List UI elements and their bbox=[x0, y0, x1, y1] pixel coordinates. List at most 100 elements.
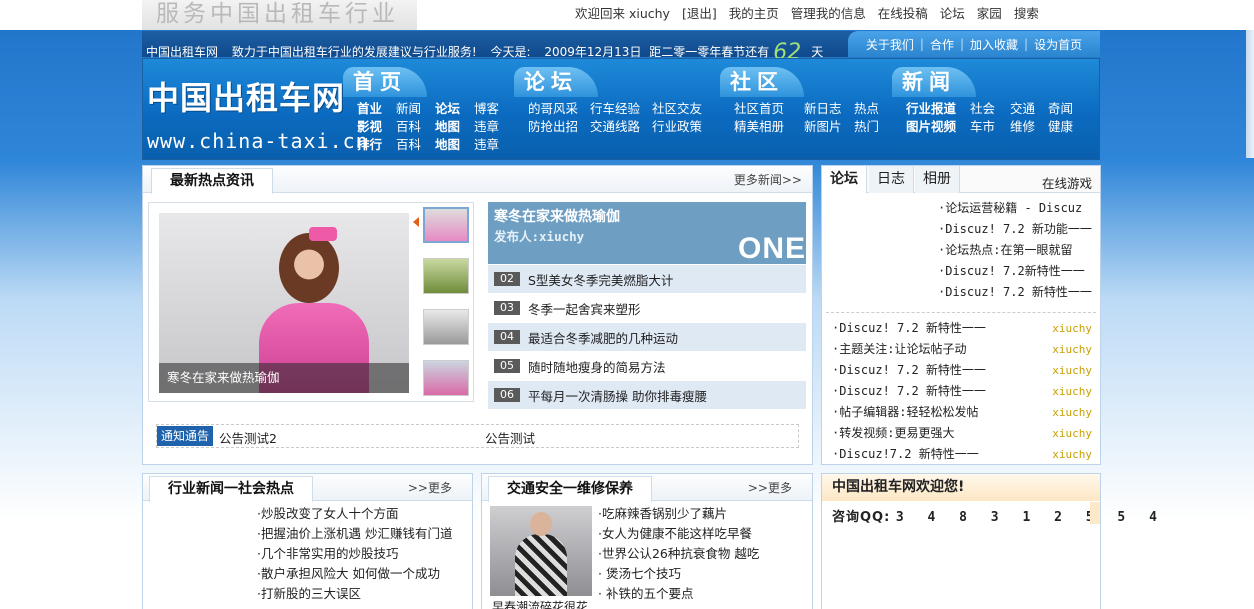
nav-item[interactable]: 行业政策 bbox=[652, 118, 714, 136]
nav-item[interactable]: 排行 bbox=[357, 136, 396, 154]
nav-item[interactable]: 交通 bbox=[1010, 100, 1048, 118]
submit-article-link[interactable]: 在线投稿 bbox=[878, 3, 928, 22]
nav-item[interactable]: 百科 bbox=[396, 136, 435, 154]
list-item[interactable]: ·Discuz! 7.2新特性一一 bbox=[938, 261, 1092, 282]
industry-news-tab[interactable]: 行业新闻一社会热点 bbox=[149, 476, 313, 502]
nav-item[interactable]: 百科 bbox=[396, 118, 435, 136]
featured-article[interactable]: 寒冬在家来做热瑜伽 发布人:xiuchy ONE bbox=[488, 202, 806, 264]
list-item[interactable]: ·世界公认26种抗衰食物 越吃 bbox=[598, 544, 759, 564]
nav-title-home[interactable]: 首页 bbox=[343, 67, 427, 97]
tab-blog[interactable]: 日志 bbox=[869, 166, 914, 193]
featured-title[interactable]: 寒冬在家来做热瑜伽 bbox=[494, 206, 620, 226]
traffic-more-link[interactable]: >>更多 bbox=[748, 479, 792, 496]
list-item[interactable]: ·论坛热点:在第一眼就留 bbox=[938, 240, 1092, 261]
slide-thumb[interactable] bbox=[423, 360, 469, 396]
search-link[interactable]: 搜索 bbox=[1014, 3, 1039, 22]
slide-thumb[interactable] bbox=[423, 207, 469, 243]
list-item[interactable]: ·女人为健康不能这样吃早餐 bbox=[598, 524, 759, 544]
list-item[interactable]: ·Discuz! 7.2 新特性一一 bbox=[938, 282, 1092, 303]
nav-item[interactable]: 行业报道 bbox=[906, 100, 970, 118]
nav-item[interactable]: 的哥风采 bbox=[528, 100, 590, 118]
author-link[interactable]: xiuchy bbox=[1052, 381, 1092, 402]
home-garden-link[interactable]: 家园 bbox=[977, 3, 1002, 22]
notice-link[interactable]: 公告测试2 bbox=[219, 428, 277, 447]
nav-item[interactable]: 新闻 bbox=[396, 100, 435, 118]
nav-item[interactable]: 影视 bbox=[357, 118, 396, 136]
my-home-link[interactable]: 我的主页 bbox=[729, 3, 779, 22]
list-item[interactable]: ·Discuz! 7.2 新功能一一 bbox=[938, 219, 1092, 240]
list-item[interactable]: 03 冬季一起舍宾来塑形 bbox=[488, 294, 806, 323]
nav-item[interactable]: 首业 bbox=[357, 100, 396, 118]
list-item[interactable]: ·散户承担风险大 如何做一个成功 bbox=[257, 564, 452, 584]
list-item[interactable]: 06 平每月一次清肠操 助你排毒瘦腰 bbox=[488, 381, 806, 410]
list-item[interactable]: ·Discuz!7.2 新特性一一 xiuchy bbox=[832, 444, 1098, 465]
list-item[interactable]: 05 随时随地瘦身的简易方法 bbox=[488, 352, 806, 381]
list-item[interactable]: ·转发视频:更易更强大 xiuchy bbox=[832, 423, 1098, 444]
author-link[interactable]: xiuchy bbox=[1052, 402, 1092, 423]
tab-forum[interactable]: 论坛 bbox=[822, 166, 867, 193]
nav-item[interactable]: 奇闻 bbox=[1048, 100, 1086, 118]
nav-item[interactable]: 地图 bbox=[435, 118, 474, 136]
nav-title-news[interactable]: 新闻 bbox=[892, 67, 976, 97]
manage-info-link[interactable]: 管理我的信息 bbox=[791, 3, 866, 22]
traffic-safety-tab[interactable]: 交通安全一维修保养 bbox=[488, 476, 652, 502]
nav-title-community[interactable]: 社区 bbox=[720, 67, 804, 97]
hot-news-tab[interactable]: 最新热点资讯 bbox=[151, 168, 273, 194]
list-item[interactable]: ·Discuz! 7.2 新特性一一 xiuchy bbox=[832, 318, 1098, 339]
nav-item[interactable]: 新日志 bbox=[804, 100, 854, 118]
nav-item[interactable]: 维修 bbox=[1010, 118, 1048, 136]
author-link[interactable]: xiuchy bbox=[1052, 423, 1092, 444]
qq-number[interactable]: 3 4 8 3 1 2 5 5 4 bbox=[896, 510, 1165, 525]
nav-item[interactable]: 违章 bbox=[474, 136, 513, 154]
slide-caption[interactable]: 寒冬在家来做热瑜伽 bbox=[159, 363, 409, 393]
author-link[interactable]: xiuchy bbox=[1052, 318, 1092, 339]
nav-item[interactable]: 防抢出招 bbox=[528, 118, 590, 136]
list-item[interactable]: 02 S型美女冬季完美燃脂大计 bbox=[488, 265, 806, 294]
nav-item[interactable]: 行车经验 bbox=[590, 100, 652, 118]
page-scrollbar[interactable] bbox=[1246, 30, 1254, 158]
nav-item[interactable]: 博客 bbox=[474, 100, 513, 118]
list-item[interactable]: · 煲汤七个技巧 bbox=[598, 564, 759, 584]
list-item[interactable]: ·打新股的三大误区 bbox=[257, 584, 452, 604]
author-link[interactable]: xiuchy bbox=[1052, 339, 1092, 360]
traffic-photo[interactable] bbox=[490, 506, 592, 596]
list-item[interactable]: ·帖子编辑器:轻轻松松发帖 xiuchy bbox=[832, 402, 1098, 423]
list-item[interactable]: ·炒股改变了女人十个方面 bbox=[257, 504, 452, 524]
author-link[interactable]: xiuchy bbox=[1052, 360, 1092, 381]
site-logo[interactable]: 中国出租车网 www.china-taxi.cn bbox=[147, 73, 368, 157]
nav-item[interactable]: 新图片 bbox=[804, 118, 854, 136]
nav-item[interactable]: 社区交友 bbox=[652, 100, 714, 118]
notice-link[interactable]: 公告测试 bbox=[485, 428, 535, 447]
nav-item[interactable]: 热点 bbox=[854, 100, 890, 118]
cooperation-link[interactable]: 合作 bbox=[930, 36, 954, 53]
nav-item[interactable]: 精美相册 bbox=[734, 118, 804, 136]
nav-item[interactable]: 论坛 bbox=[435, 100, 474, 118]
nav-item[interactable]: 车市 bbox=[970, 118, 1010, 136]
tab-album[interactable]: 相册 bbox=[915, 166, 960, 193]
nav-item[interactable]: 社区首页 bbox=[734, 100, 804, 118]
online-games-link[interactable]: 在线游戏 bbox=[1042, 173, 1092, 192]
logout-link[interactable]: [退出] bbox=[682, 3, 717, 22]
list-item[interactable]: ·主题关注:让论坛帖子动 xiuchy bbox=[832, 339, 1098, 360]
nav-title-forum[interactable]: 论坛 bbox=[514, 67, 598, 97]
slide-image[interactable]: 寒冬在家来做热瑜伽 bbox=[159, 213, 409, 393]
nav-item[interactable]: 交通线路 bbox=[590, 118, 652, 136]
list-item[interactable]: 04 最适合冬季减肥的几种运动 bbox=[488, 323, 806, 352]
list-item[interactable]: ·Discuz! 7.2 新特性一一 xiuchy bbox=[832, 381, 1098, 402]
industry-more-link[interactable]: >>更多 bbox=[408, 479, 452, 496]
nav-item[interactable]: 社会 bbox=[970, 100, 1010, 118]
nav-item[interactable]: 违章 bbox=[474, 118, 513, 136]
nav-item[interactable]: 健康 bbox=[1048, 118, 1086, 136]
nav-item[interactable]: 地图 bbox=[435, 136, 474, 154]
traffic-photo-caption[interactable]: 早春潮流碎花很花 bbox=[492, 598, 588, 609]
list-item[interactable]: ·论坛运营秘籍 - Discuz bbox=[938, 198, 1092, 219]
list-item[interactable]: ·把握油价上涨机遇 炒汇赚钱有门道 bbox=[257, 524, 452, 544]
list-item[interactable]: ·几个非常实用的炒股技巧 bbox=[257, 544, 452, 564]
list-item[interactable]: · 补铁的五个要点 bbox=[598, 584, 759, 604]
nav-item[interactable]: 热门 bbox=[854, 118, 890, 136]
welcome-user-link[interactable]: 欢迎回来 xiuchy bbox=[575, 3, 670, 22]
slide-thumb[interactable] bbox=[423, 309, 469, 345]
add-favorite-link[interactable]: 加入收藏 bbox=[970, 36, 1018, 53]
author-link[interactable]: xiuchy bbox=[1052, 444, 1092, 465]
list-item[interactable]: ·Discuz! 7.2 新特性一一 xiuchy bbox=[832, 360, 1098, 381]
